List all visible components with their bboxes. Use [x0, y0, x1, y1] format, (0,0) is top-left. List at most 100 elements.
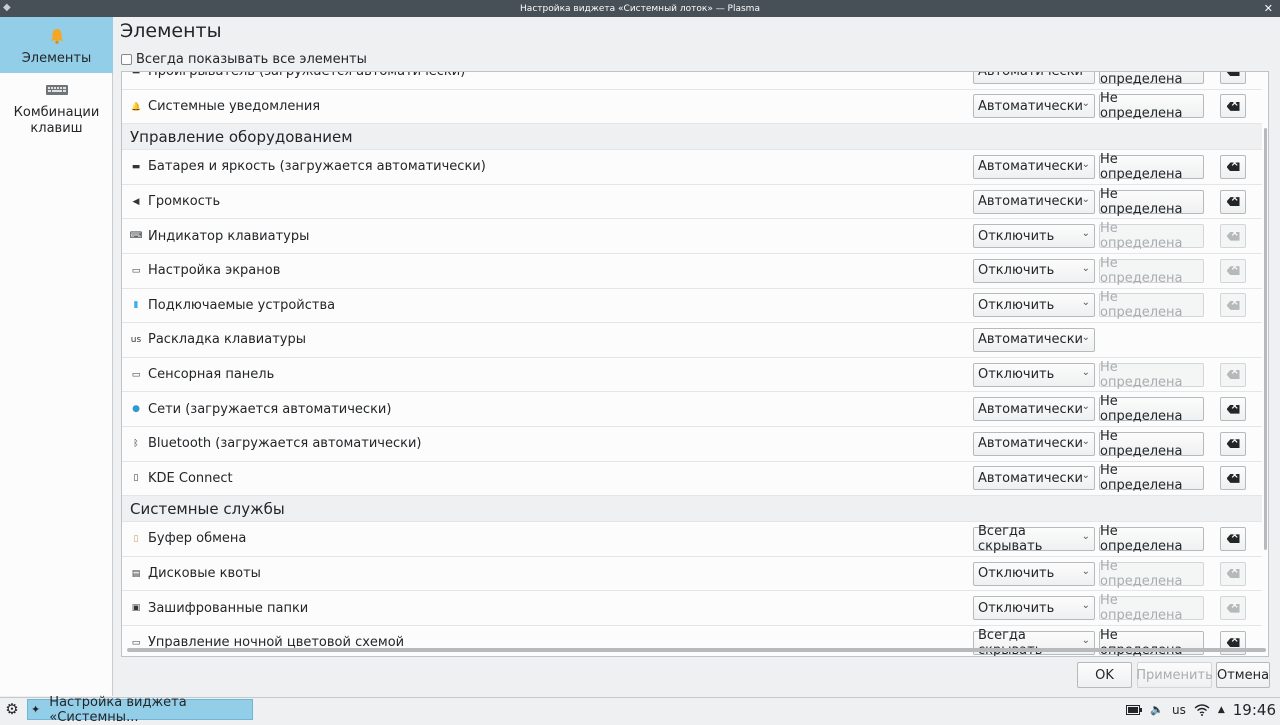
clear-shortcut-button[interactable] — [1220, 466, 1246, 491]
visibility-select[interactable]: Отключить ⌄ — [973, 596, 1095, 621]
shortcut-button[interactable]: Не определена — [1099, 256, 1204, 286]
vertical-scrollbar[interactable] — [1264, 128, 1267, 550]
list-item: ◀ Громкость Автоматически ⌄ Не определена — [122, 185, 1262, 220]
clear-shortcut-button[interactable] — [1220, 397, 1246, 422]
visibility-select[interactable]: Автоматически⌄ — [973, 72, 1095, 84]
chevron-down-icon: ⌄ — [1081, 435, 1090, 447]
bell-icon — [50, 29, 63, 44]
shortcut-button[interactable]: Не определена — [1099, 429, 1204, 459]
visibility-value: Автоматически — [978, 401, 1084, 417]
visibility-select[interactable]: Автоматически⌄ — [973, 189, 1095, 214]
list-item: ● Сети (загружается автоматически) Автомат… — [122, 392, 1262, 427]
app-launcher-icon[interactable]: ⚙ — [2, 699, 22, 719]
visibility-select[interactable]: Всегда скрывать ⌄ — [973, 523, 1095, 554]
item-label: Bluetooth (загружается автоматически) — [148, 436, 422, 452]
shortcut-button[interactable]: Не определена — [1099, 360, 1204, 390]
wifi-icon[interactable] — [1194, 703, 1210, 716]
item-label: Раскладка клавиатуры — [148, 332, 307, 348]
visibility-value: Автоматически — [978, 98, 1084, 114]
horizontal-scrollbar[interactable] — [127, 648, 1266, 652]
list-item: ▤ Дисковые квоты Отключить ⌄ Не определена — [122, 557, 1262, 592]
chevron-down-icon: ⌄ — [1081, 98, 1090, 110]
sidebar-item-elements[interactable]: Элементы — [0, 17, 113, 73]
checkbox-box[interactable] — [121, 54, 132, 65]
visibility-value: Автоматически — [978, 194, 1084, 210]
battery-icon[interactable] — [1126, 704, 1143, 715]
close-window-icon[interactable]: ✕ — [1264, 0, 1273, 17]
item-label: Дисковые квоты — [148, 566, 261, 582]
visibility-select[interactable]: Отключить ⌄ — [973, 362, 1095, 387]
clear-shortcut-button[interactable] — [1220, 431, 1246, 456]
visibility-select[interactable]: Автоматически⌄ — [973, 466, 1095, 491]
tray-expand-arrow-icon[interactable]: ▲ — [1218, 705, 1225, 715]
window-titlebar[interactable]: ◆ Настройка виджета «Системный лоток» — … — [0, 0, 1280, 17]
visibility-select[interactable]: Автоматически⌄ — [973, 431, 1095, 456]
encrypted-folder-icon: ▣ — [131, 603, 141, 614]
shortcut-button[interactable]: Не определена — [1099, 559, 1204, 589]
volume-icon[interactable]: 🔈 — [1150, 703, 1164, 716]
usb-drive-icon: ▮ — [133, 300, 139, 311]
clear-shortcut-button[interactable] — [1220, 189, 1246, 214]
apply-button[interactable]: Применить — [1136, 662, 1213, 688]
chevron-down-icon: ⌄ — [1081, 530, 1090, 542]
visibility-select[interactable]: Отключить ⌄ — [973, 293, 1095, 318]
visibility-value: Автоматически — [978, 470, 1084, 486]
chevron-down-icon: ⌄ — [1081, 297, 1090, 309]
clear-shortcut-button[interactable] — [1220, 258, 1246, 283]
sidebar-item-shortcuts[interactable]: Комбинации клавиш — [0, 83, 113, 143]
clear-shortcut-button[interactable] — [1220, 224, 1246, 249]
plasma-app-icon[interactable]: ◆ — [3, 2, 15, 14]
keyboard-layout-indicator[interactable]: us — [1172, 703, 1186, 717]
keyboard-indicator-icon: ⌨ — [129, 231, 143, 242]
visibility-value: Всегда скрывать — [978, 523, 1043, 554]
elements-list[interactable]: ▬ Проигрыватель (загружается автоматическ… — [121, 71, 1269, 657]
category-sidebar: Элементы Комбинации клавиш — [0, 17, 113, 696]
show-all-checkbox[interactable]: Всегда показывать все элементы — [121, 52, 367, 67]
speaker-icon: ◀ — [132, 196, 140, 207]
shortcut-button[interactable]: Не определена — [1099, 524, 1204, 554]
visibility-select[interactable]: Автоматически⌄ — [973, 327, 1095, 352]
clock[interactable]: 19:46 — [1233, 701, 1276, 719]
shortcut-button[interactable]: Не определена — [1099, 221, 1204, 251]
shortcut-button[interactable]: Не определена — [1099, 290, 1204, 320]
shortcut-button[interactable]: Не определена — [1099, 72, 1204, 87]
list-item: ᛒ Bluetooth (загружается автоматически) Ав… — [122, 427, 1262, 462]
clear-shortcut-button[interactable] — [1220, 293, 1246, 318]
shortcut-button[interactable]: Не определена — [1099, 394, 1204, 424]
section-header: Управление оборудованием — [122, 124, 1262, 151]
ok-button[interactable]: OK — [1077, 662, 1132, 688]
visibility-value: Автоматически — [978, 436, 1084, 452]
clear-shortcut-button[interactable] — [1220, 526, 1246, 551]
list-item: ▣ Зашифрованные папки Отключить ⌄ Не определ… — [122, 591, 1262, 626]
disk-quota-icon: ▤ — [131, 568, 141, 579]
clear-shortcut-button[interactable] — [1220, 596, 1246, 621]
visibility-select[interactable]: Отключить ⌄ — [973, 258, 1095, 283]
clear-shortcut-button[interactable] — [1220, 362, 1246, 387]
chevron-down-icon: ⌄ — [1081, 470, 1090, 482]
clipboard-icon: ▯ — [133, 533, 139, 544]
visibility-select[interactable]: Отключить ⌄ — [973, 224, 1095, 249]
visibility-select[interactable]: Автоматически⌄ — [973, 94, 1095, 119]
clear-shortcut-button[interactable] — [1220, 154, 1246, 179]
task-label: Настройка виджета «Системны... — [49, 694, 187, 725]
visibility-select[interactable]: Автоматически⌄ — [973, 397, 1095, 422]
taskbar-task-system-tray-settings[interactable]: ✦ Настройка виджета «Системны... — [27, 695, 253, 725]
clear-shortcut-button[interactable] — [1220, 94, 1246, 119]
visibility-select[interactable]: Автоматически⌄ — [973, 154, 1095, 179]
item-label: Зашифрованные папки — [148, 600, 309, 616]
clear-shortcut-button[interactable] — [1220, 72, 1246, 84]
shortcut-button[interactable]: Не определена — [1099, 187, 1204, 217]
backspace-icon — [1226, 439, 1240, 449]
visibility-select[interactable]: Отключить ⌄ — [973, 561, 1095, 586]
item-label: Индикатор клавиатуры — [148, 228, 310, 244]
shortcut-button[interactable]: Не определена — [1099, 463, 1204, 493]
item-label: Системные уведомления — [148, 98, 321, 114]
shortcut-button[interactable]: Не определена — [1099, 593, 1204, 623]
item-label: Громкость — [148, 194, 221, 210]
shortcut-button[interactable]: Не определена — [1099, 152, 1204, 182]
shortcut-button[interactable]: Не определена — [1099, 91, 1204, 121]
clear-shortcut-button[interactable] — [1220, 561, 1246, 586]
backspace-icon — [1226, 231, 1240, 241]
cancel-button[interactable]: Отмена — [1216, 662, 1270, 688]
list-item: ▯ Буфер обмена Всегда скрывать ⌄ Не определе… — [122, 522, 1262, 557]
